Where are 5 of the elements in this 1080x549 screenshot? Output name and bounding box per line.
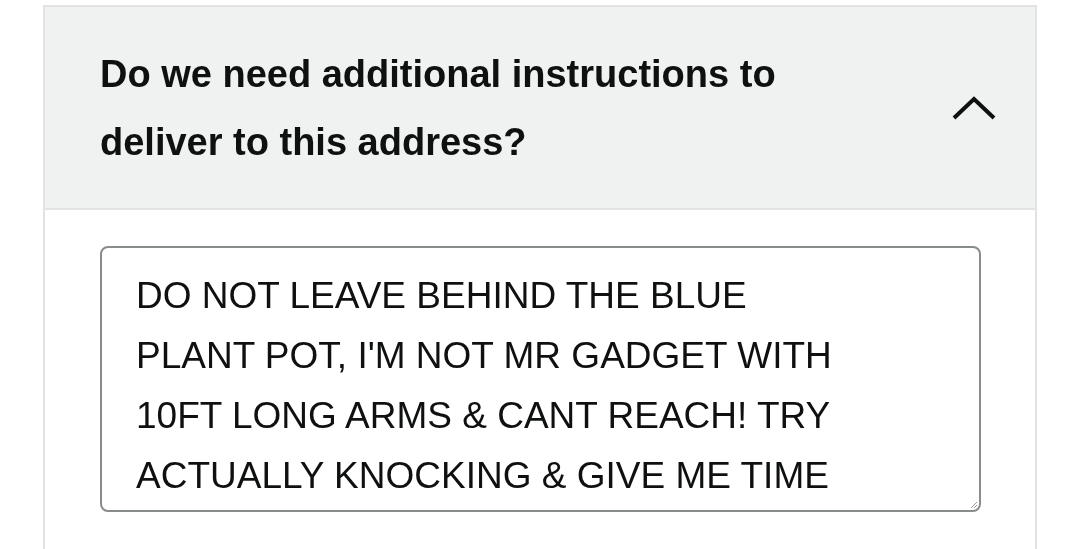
chevron-up-icon xyxy=(951,94,997,121)
accordion-header[interactable]: Do we need additional instructions to deliver to this address? xyxy=(45,7,1035,210)
resize-grip-icon[interactable] xyxy=(970,501,978,509)
instructions-text-area[interactable]: DO NOT LEAVE BEHIND THE BLUE PLANT POT, I'M NOT MR GADGET WITH 10FT LONG ARMS & CANT REACH! TRY ACTUALLY KNOCKING & GIVE ME TIME xyxy=(100,246,981,512)
section-title: Do we need additional instructions to deliver to this address? xyxy=(100,51,777,165)
